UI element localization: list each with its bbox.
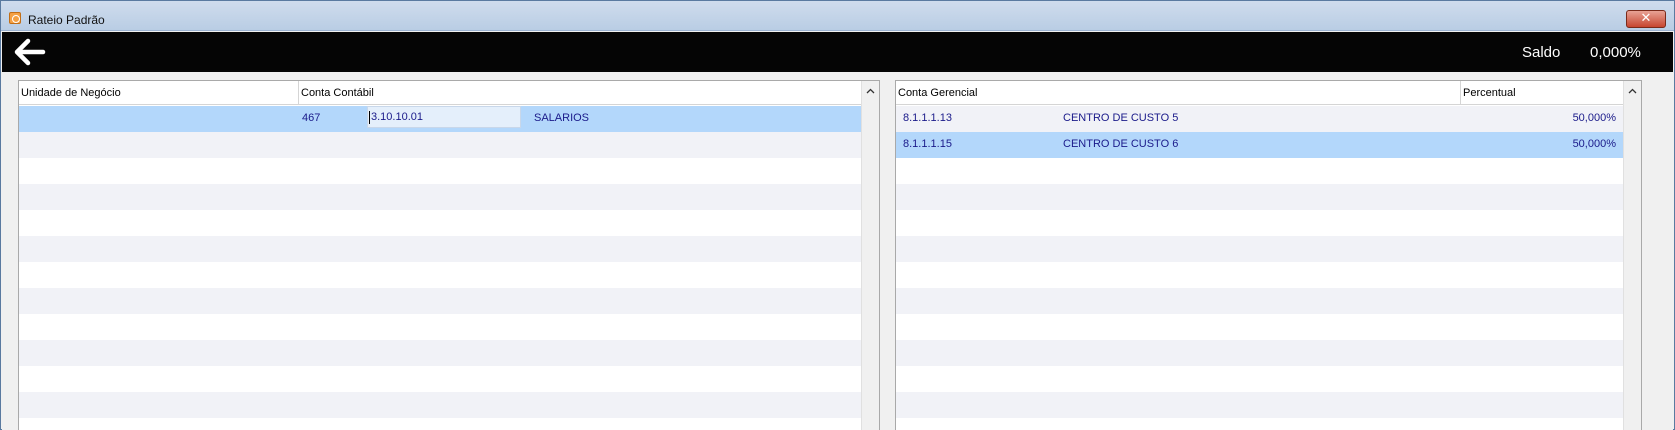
empty-row[interactable] [19,210,862,236]
cell-percentual: 50,000% [1572,112,1616,124]
empty-row[interactable] [19,288,862,314]
empty-row[interactable] [19,262,862,288]
table-row[interactable]: 8.1.1.1.15 CENTRO DE CUSTO 6 50,000% [896,132,1624,158]
column-header-unidade[interactable]: Unidade de Negócio [19,81,299,105]
conta-contabil-value: 3.10.10.01 [371,111,423,123]
empty-row[interactable] [896,392,1624,418]
saldo-label: Saldo [1522,44,1561,61]
chevron-up-icon[interactable] [1624,81,1641,103]
empty-row[interactable] [19,236,862,262]
cell-codigo: 467 [302,112,321,124]
empty-row[interactable] [896,236,1624,262]
conta-contabil-input[interactable]: 3.10.10.01 [367,106,521,128]
chevron-up-icon[interactable] [862,81,879,103]
empty-row[interactable] [896,288,1624,314]
empty-row[interactable] [19,314,862,340]
empty-row[interactable] [896,262,1624,288]
empty-row[interactable] [19,132,862,158]
toolbar: Saldo 0,000% [2,32,1673,72]
saldo-value: 0,000% [1590,44,1641,61]
vertical-scrollbar[interactable] [1623,81,1641,430]
empty-row[interactable] [19,366,862,392]
arrow-left-icon [14,38,46,66]
empty-row[interactable] [896,340,1624,366]
grid-rows: 8.1.1.1.13 CENTRO DE CUSTO 5 50,000% 8.1… [896,106,1624,430]
empty-row[interactable] [19,418,862,430]
column-header-percentual[interactable]: Percentual [1461,81,1624,105]
conta-gerencial-grid: Conta Gerencial Percentual 8.1.1.1.13 CE… [895,80,1642,430]
close-button[interactable]: ✕ [1626,10,1666,28]
grid-header: Unidade de Negócio Conta Contábil [19,81,862,105]
vertical-scrollbar[interactable] [861,81,879,430]
cell-conta: 8.1.1.1.13 [903,112,952,124]
empty-row[interactable] [19,392,862,418]
cell-conta: 8.1.1.1.15 [903,138,952,150]
table-row[interactable]: 467 3.10.10.01 SALARIOS [19,106,862,132]
empty-row[interactable] [896,158,1624,184]
title-bar: Rateio Padrão ✕ [1,1,1674,31]
grid-header: Conta Gerencial Percentual [896,81,1624,105]
empty-row[interactable] [19,340,862,366]
column-header-conta-contabil[interactable]: Conta Contábil [299,81,862,105]
content-area: Unidade de Negócio Conta Contábil 467 3.… [2,72,1673,430]
column-header-conta-gerencial[interactable]: Conta Gerencial [896,81,1461,105]
empty-row[interactable] [896,184,1624,210]
cell-descricao: SALARIOS [534,112,590,124]
table-row[interactable]: 8.1.1.1.13 CENTRO DE CUSTO 5 50,000% [896,106,1624,132]
window-title: Rateio Padrão [28,13,105,27]
cell-descricao: CENTRO DE CUSTO 6 [1063,138,1179,150]
text-caret [369,110,370,124]
conta-contabil-grid: Unidade de Negócio Conta Contábil 467 3.… [18,80,880,430]
cell-descricao: CENTRO DE CUSTO 5 [1063,112,1179,124]
empty-row[interactable] [896,314,1624,340]
cell-percentual: 50,000% [1572,138,1616,150]
back-button[interactable] [14,38,46,66]
empty-row[interactable] [896,210,1624,236]
grid-rows: 467 3.10.10.01 SALARIOS [19,106,862,430]
empty-row[interactable] [896,418,1624,430]
empty-row[interactable] [19,158,862,184]
app-icon [9,12,21,24]
empty-row[interactable] [19,184,862,210]
empty-row[interactable] [896,366,1624,392]
rateio-window: Rateio Padrão ✕ Saldo 0,000% Unidade de … [0,0,1675,430]
